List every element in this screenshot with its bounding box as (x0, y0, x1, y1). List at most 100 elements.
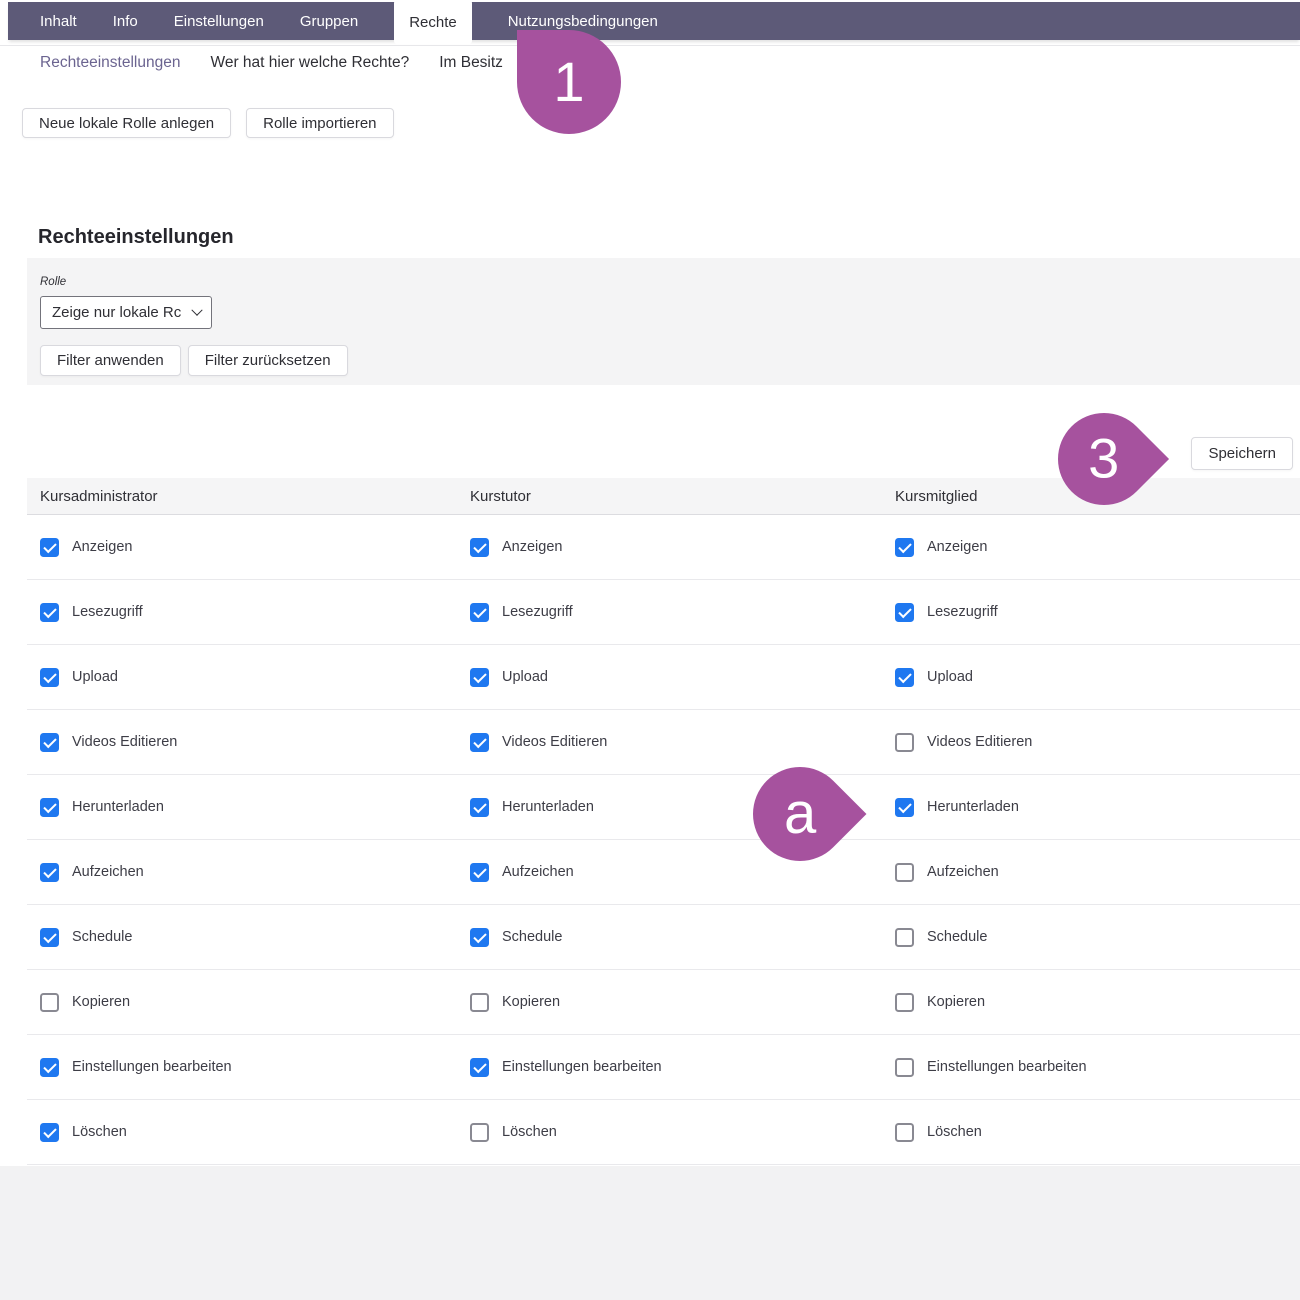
permission-checkbox[interactable] (895, 928, 914, 947)
permission-cell: Schedule (882, 928, 1300, 947)
permission-label: Kopieren (502, 994, 560, 1010)
permission-checkbox[interactable] (40, 928, 59, 947)
filter-panel: Rolle Zeige nur lokale Rc Filter anwende… (27, 258, 1300, 385)
permission-label: Upload (502, 669, 548, 685)
permission-checkbox[interactable] (40, 993, 59, 1012)
permission-checkbox[interactable] (470, 733, 489, 752)
annotation-label: a (784, 785, 816, 843)
permission-label: Kopieren (927, 994, 985, 1010)
permission-cell: Aufzeichen (882, 863, 1300, 882)
permission-cell: Löschen (457, 1123, 882, 1142)
header-divider (0, 45, 1300, 46)
permission-checkbox[interactable] (40, 538, 59, 557)
permission-label: Aufzeichen (927, 864, 999, 880)
permission-label: Upload (927, 669, 973, 685)
table-row: Videos Editieren Videos Editieren Videos E… (27, 710, 1300, 775)
permission-label: Schedule (72, 929, 132, 945)
sub-navigation: Rechteeinstellungen Wer hat hier welche … (40, 48, 503, 78)
column-header-kurstutor: Kurstutor (457, 488, 882, 505)
permission-label: Kopieren (72, 994, 130, 1010)
tab-einstellungen[interactable]: Einstellungen (174, 13, 264, 30)
permission-cell: Herunterladen (882, 798, 1300, 817)
permission-checkbox[interactable] (895, 668, 914, 687)
permission-checkbox[interactable] (40, 668, 59, 687)
permission-label: Lesezugriff (502, 604, 573, 620)
permission-cell: Einstellungen bearbeiten (27, 1058, 457, 1077)
role-select[interactable]: Zeige nur lokale Rc (40, 296, 212, 329)
import-role-button[interactable]: Rolle importieren (246, 108, 393, 138)
tab-rechte[interactable]: Rechte (394, 0, 472, 44)
table-row: Lesezugriff Lesezugriff Lesezugriff (27, 580, 1300, 645)
permission-checkbox[interactable] (895, 603, 914, 622)
permission-cell: Löschen (882, 1123, 1300, 1142)
role-actions: Neue lokale Rolle anlegen Rolle importie… (22, 108, 394, 138)
permission-cell: Herunterladen (27, 798, 457, 817)
permission-label: Einstellungen bearbeiten (72, 1059, 232, 1075)
subnav-rechteeinstellungen[interactable]: Rechteeinstellungen (40, 54, 180, 72)
permission-checkbox[interactable] (895, 538, 914, 557)
table-row: LöschenLöschenLöschen (27, 1100, 1300, 1165)
annotation-balloon-1: 1 (517, 30, 621, 134)
permissions-table: Kursadministrator Kurstutor Kursmitglied… (27, 478, 1300, 1165)
permission-checkbox[interactable] (895, 1058, 914, 1077)
permission-cell: Kopieren (27, 993, 457, 1012)
permission-cell: Videos Editieren (882, 733, 1300, 752)
permission-checkbox[interactable] (895, 863, 914, 882)
permission-cell: Anzeigen (27, 538, 457, 557)
permission-checkbox[interactable] (40, 1123, 59, 1142)
permission-cell: Schedule (27, 928, 457, 947)
permission-label: Videos Editieren (927, 734, 1032, 750)
reset-filter-button[interactable]: Filter zurücksetzen (188, 345, 348, 376)
permission-label: Herunterladen (502, 799, 594, 815)
apply-filter-button[interactable]: Filter anwenden (40, 345, 181, 376)
permission-checkbox[interactable] (895, 733, 914, 752)
new-local-role-button[interactable]: Neue lokale Rolle anlegen (22, 108, 231, 138)
permission-checkbox[interactable] (40, 863, 59, 882)
save-button[interactable]: Speichern (1191, 437, 1293, 470)
tab-inhalt[interactable]: Inhalt (40, 13, 77, 30)
permission-cell: Kopieren (457, 993, 882, 1012)
permission-label: Aufzeichen (502, 864, 574, 880)
permission-checkbox[interactable] (470, 603, 489, 622)
permission-label: Videos Editieren (502, 734, 607, 750)
permission-label: Videos Editieren (72, 734, 177, 750)
subnav-im-besitz[interactable]: Im Besitz (439, 54, 503, 72)
permission-checkbox[interactable] (470, 928, 489, 947)
permission-checkbox[interactable] (470, 538, 489, 557)
permission-cell: Anzeigen (457, 538, 882, 557)
permission-checkbox[interactable] (40, 733, 59, 752)
permission-checkbox[interactable] (40, 1058, 59, 1077)
tab-info[interactable]: Info (113, 13, 138, 30)
table-row: Aufzeichen Aufzeichen Aufzeichen (27, 840, 1300, 905)
permission-checkbox[interactable] (470, 1123, 489, 1142)
permission-checkbox[interactable] (40, 603, 59, 622)
permission-checkbox[interactable] (470, 1058, 489, 1077)
permission-label: Anzeigen (72, 539, 132, 555)
column-header-kursadministrator: Kursadministrator (27, 488, 457, 505)
annotation-label: 3 (1088, 431, 1119, 487)
page: Inhalt Info Einstellungen Gruppen Rechte… (0, 0, 1300, 1300)
page-footer-background (0, 1166, 1300, 1300)
permission-checkbox[interactable] (470, 863, 489, 882)
permission-cell: Schedule (457, 928, 882, 947)
permission-label: Anzeigen (502, 539, 562, 555)
permission-checkbox[interactable] (470, 668, 489, 687)
permission-checkbox[interactable] (470, 798, 489, 817)
page-title: Rechteeinstellungen (38, 226, 234, 249)
permission-checkbox[interactable] (470, 993, 489, 1012)
permission-cell: Upload (27, 668, 457, 687)
table-row: Einstellungen bearbeiten Einstellungen be… (27, 1035, 1300, 1100)
subnav-wer-hat-welche-rechte[interactable]: Wer hat hier welche Rechte? (210, 54, 409, 72)
permission-checkbox[interactable] (895, 798, 914, 817)
permission-label: Einstellungen bearbeiten (927, 1059, 1087, 1075)
permission-cell: Lesezugriff (27, 603, 457, 622)
permission-checkbox[interactable] (40, 798, 59, 817)
table-row: AnzeigenAnzeigenAnzeigen (27, 515, 1300, 580)
permission-label: Lesezugriff (927, 604, 998, 620)
tab-nutzungsbedingungen[interactable]: Nutzungsbedingungen (508, 13, 658, 30)
tab-gruppen[interactable]: Gruppen (300, 13, 358, 30)
permission-label: Herunterladen (927, 799, 1019, 815)
permission-checkbox[interactable] (895, 1123, 914, 1142)
permission-checkbox[interactable] (895, 993, 914, 1012)
permission-label: Aufzeichen (72, 864, 144, 880)
